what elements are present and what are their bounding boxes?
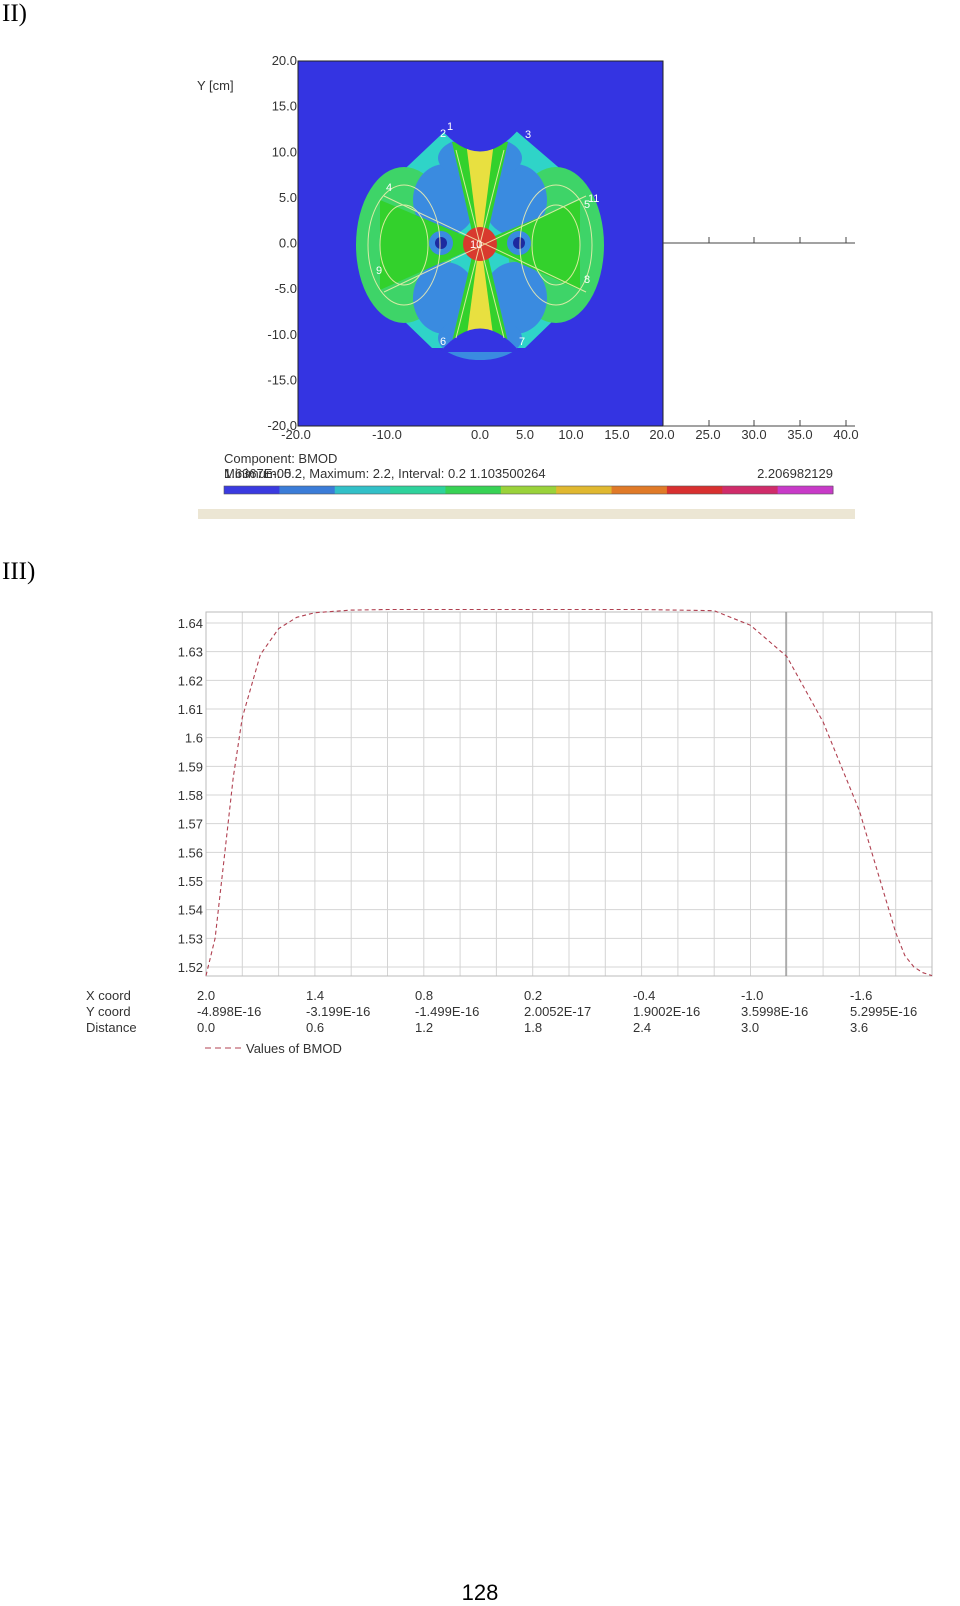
coordinate-tick: 0.6 — [306, 1020, 324, 1035]
coordinate-tick: 1.4 — [306, 988, 324, 1003]
coordinate-tick: -0.4 — [633, 988, 655, 1003]
chart-y-tick: 1.59 — [178, 759, 203, 774]
chart-y-tick: 1.53 — [178, 931, 203, 946]
chart-y-tick: 1.63 — [178, 645, 203, 660]
legend-label: Values of BMOD — [246, 1041, 342, 1056]
coordinate-tick: 2.0052E-17 — [524, 1004, 591, 1019]
coordinate-row-label: Y coord — [86, 1004, 131, 1019]
coordinate-tick: -1.6 — [850, 988, 872, 1003]
coordinate-tick: 3.6 — [850, 1020, 868, 1035]
coordinate-tick: 5.2995E-16 — [850, 1004, 917, 1019]
coordinate-tick-rows: 2.0 1.4 0.8 0.2 -0.4 -1.0 -1.6 -4.898E-16 -3.199… — [197, 988, 917, 1035]
coordinate-tick: 0.0 — [197, 1020, 215, 1035]
chart-y-tick: 1.64 — [178, 616, 203, 631]
chart-y-tick: 1.55 — [178, 874, 203, 889]
coordinate-tick: 0.8 — [415, 988, 433, 1003]
coordinate-tick: -1.499E-16 — [415, 1004, 479, 1019]
coordinate-tick: 2.0 — [197, 988, 215, 1003]
coordinate-tick: 3.5998E-16 — [741, 1004, 808, 1019]
chart-y-tick: 1.57 — [178, 817, 203, 832]
coordinate-tick: -4.898E-16 — [197, 1004, 261, 1019]
bmod-line-chart: 1.64 1.63 1.62 1.61 1.6 1.59 1.58 1.57 1.56 1.55 1… — [86, 608, 933, 1056]
coordinate-tick: 1.8 — [524, 1020, 542, 1035]
coordinate-row-label: X coord — [86, 988, 131, 1003]
chart-y-tick: 1.58 — [178, 788, 203, 803]
chart-y-ticks: 1.64 1.63 1.62 1.61 1.6 1.59 1.58 1.57 1.56 1.55 1… — [178, 616, 203, 975]
coordinate-tick: 3.0 — [741, 1020, 759, 1035]
coordinate-tick: -1.0 — [741, 988, 763, 1003]
coordinate-tick: -3.199E-16 — [306, 1004, 370, 1019]
chart-y-tick: 1.6 — [185, 731, 203, 746]
chart-y-tick: 1.62 — [178, 673, 203, 688]
coordinate-row-label: Distance — [86, 1020, 137, 1035]
chart-grid — [205, 612, 933, 976]
chart-y-tick: 1.56 — [178, 845, 203, 860]
coordinate-tick: 2.4 — [633, 1020, 651, 1035]
coordinate-row-labels: X coordY coordDistance — [86, 988, 137, 1035]
chart-y-tick: 1.61 — [178, 702, 203, 717]
coordinate-tick: 0.2 — [524, 988, 542, 1003]
chart-y-tick: 1.52 — [178, 960, 203, 975]
coordinate-tick: 1.2 — [415, 1020, 433, 1035]
page-number: 128 — [461, 1580, 499, 1605]
coordinate-tick: 1.9002E-16 — [633, 1004, 700, 1019]
chart-y-tick: 1.54 — [178, 903, 203, 918]
